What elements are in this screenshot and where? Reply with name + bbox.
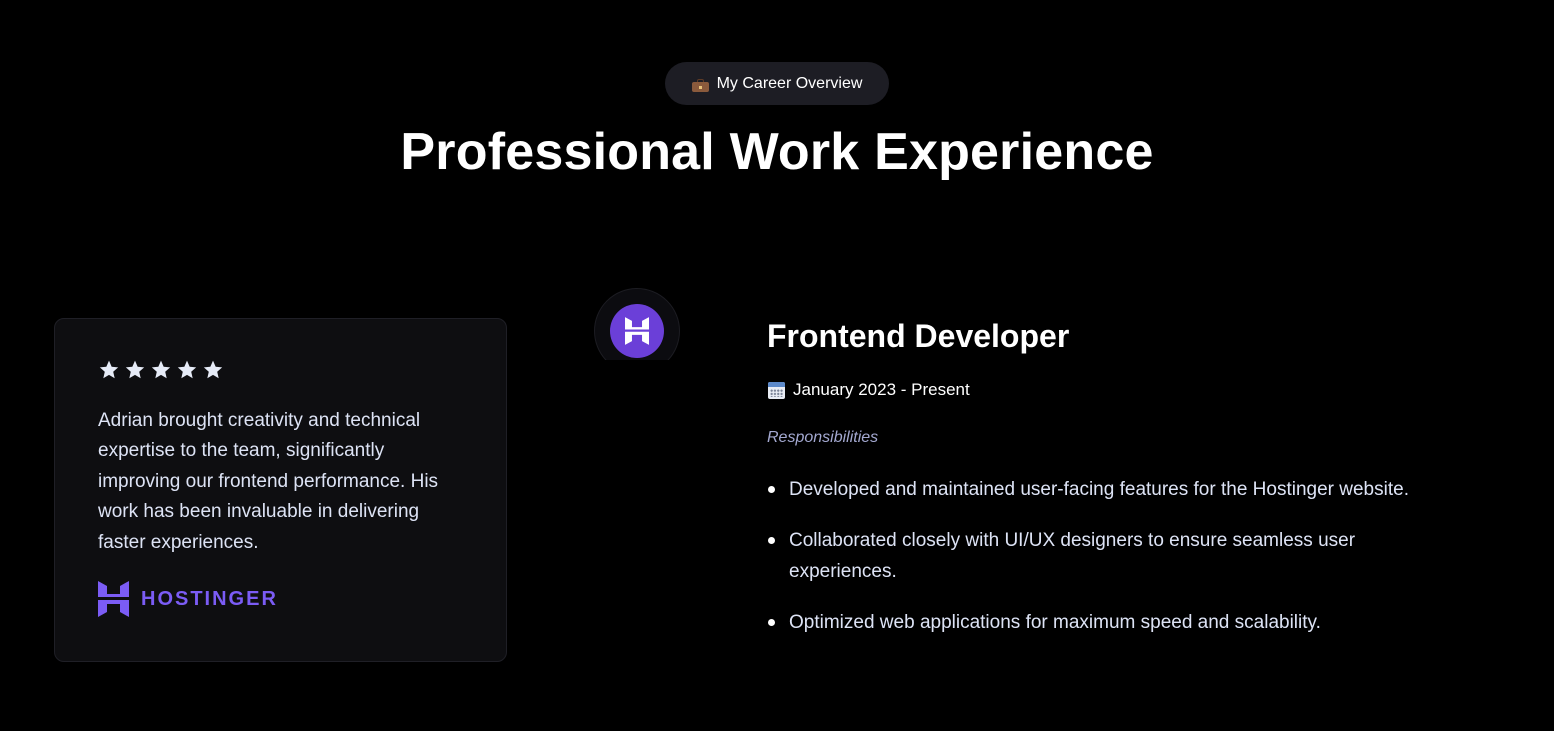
list-item: Collaborated closely with UI/UX designer… bbox=[767, 526, 1467, 587]
company-name: HOSTINGER bbox=[141, 587, 278, 610]
calendar-icon bbox=[768, 381, 785, 399]
date-range-row: January 2023 - Present bbox=[768, 380, 970, 400]
date-range: January 2023 - Present bbox=[793, 380, 970, 399]
star-icon bbox=[203, 360, 223, 379]
testimonial-card: Adrian brought creativity and technical … bbox=[54, 318, 507, 662]
career-overview-badge: My Career Overview bbox=[665, 62, 889, 105]
timeline-marker bbox=[594, 288, 680, 360]
star-icon bbox=[151, 360, 171, 379]
star-icon bbox=[99, 360, 119, 379]
list-item: Developed and maintained user-facing fea… bbox=[767, 475, 1467, 505]
bullet-icon bbox=[768, 537, 775, 545]
hostinger-icon bbox=[610, 304, 664, 358]
responsibilities-label: Responsibilities bbox=[767, 429, 879, 446]
star-icon bbox=[125, 360, 145, 379]
hostinger-logo-icon bbox=[98, 581, 129, 617]
badge-label: My Career Overview bbox=[716, 74, 863, 92]
responsibilities-list: Developed and maintained user-facing fea… bbox=[767, 475, 1467, 660]
job-title: Frontend Developer bbox=[767, 318, 1070, 354]
star-icon bbox=[177, 360, 197, 379]
page-title: Professional Work Experience bbox=[400, 123, 1154, 181]
briefcase-icon bbox=[691, 78, 709, 92]
list-item: Optimized web applications for maximum s… bbox=[767, 608, 1467, 638]
bullet-icon bbox=[768, 486, 775, 493]
star-rating bbox=[98, 359, 224, 381]
bullet-icon bbox=[768, 619, 775, 627]
company-logo: HOSTINGER bbox=[98, 581, 278, 617]
testimonial-quote: Adrian brought creativity and technical … bbox=[98, 410, 439, 553]
